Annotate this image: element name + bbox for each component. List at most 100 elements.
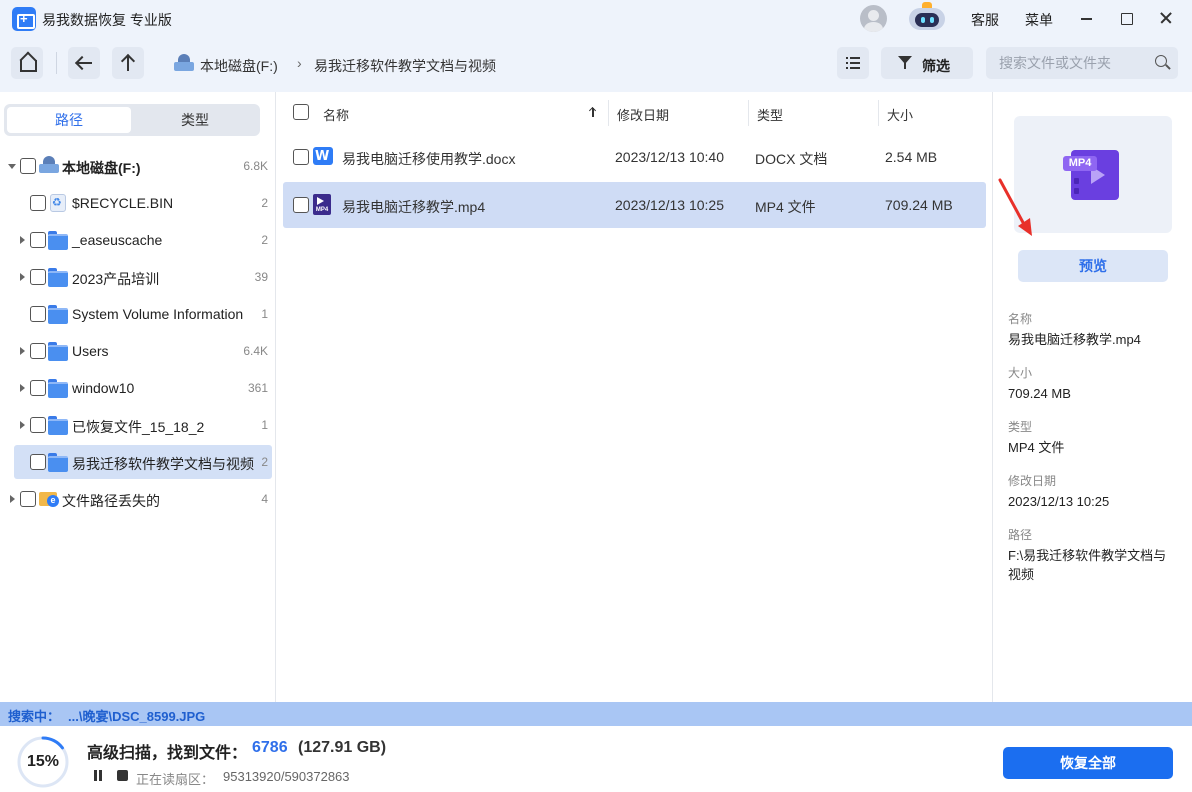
breadcrumb-drive[interactable]: 本地磁盘(F:) (200, 56, 278, 76)
detail-key: 名称 (1008, 312, 1033, 326)
sidebar-item-label: window10 (72, 380, 135, 396)
sidebar-item-label: 文件路径丢失的 (62, 493, 160, 509)
sidebar-item-system-volume[interactable]: System Volume Information 1 (0, 297, 276, 331)
preview-button[interactable]: 预览 (1018, 250, 1168, 282)
column-divider[interactable] (748, 100, 749, 126)
pause-icon[interactable] (93, 770, 103, 781)
folder-icon (48, 231, 68, 250)
close-icon[interactable] (1156, 8, 1176, 28)
folder-icon (48, 416, 68, 435)
table-row[interactable]: 易我电脑迁移教学.mp4 2023/12/13 10:25 MP4 文件 709… (283, 182, 986, 228)
toolbar-divider (56, 52, 57, 74)
column-divider[interactable] (608, 100, 609, 126)
found-file-size: (127.91 GB) (298, 739, 387, 756)
file-size: 2.54 MB (885, 149, 938, 165)
progress-percent: 15% (26, 753, 60, 770)
column-header-type[interactable]: 类型 (757, 105, 783, 124)
column-header-date[interactable]: 修改日期 (617, 105, 669, 124)
caret-right-icon[interactable] (20, 421, 25, 429)
caret-down-icon[interactable] (8, 164, 16, 169)
checkbox[interactable] (20, 491, 36, 507)
column-header-name[interactable]: 名称 (323, 105, 349, 124)
scan-title: 高级扫描，找到文件： (87, 745, 248, 762)
maximize-icon[interactable] (1116, 8, 1136, 28)
sidebar-item-migration-folder[interactable]: 易我迁移软件教学文档与视频 2 (14, 445, 272, 479)
sidebar-item-label: System Volume Information (72, 306, 244, 322)
sector-value: 95313920/590372863 (223, 769, 350, 784)
column-header-size[interactable]: 大小 (887, 105, 913, 124)
breadcrumb-folder[interactable]: 易我迁移软件教学文档与视频 (314, 56, 496, 76)
searching-label: 搜索中： (8, 709, 61, 724)
annotation-arrow-icon (998, 178, 1032, 236)
sidebar-item-label: 已恢复文件_15_18_2 (72, 419, 205, 435)
sidebar-item-count: 1 (261, 418, 268, 432)
mp4-thumbnail-icon: MP4 (1063, 148, 1120, 202)
search-input[interactable] (986, 47, 1178, 79)
table-row[interactable]: 易我电脑迁移使用教学.docx 2023/12/13 10:40 DOCX 文档… (283, 134, 986, 180)
sort-ascending-icon[interactable] (589, 106, 597, 118)
checkbox[interactable] (30, 195, 46, 211)
recover-all-button[interactable]: 恢复全部 (1003, 747, 1173, 779)
checkbox[interactable] (30, 232, 46, 248)
checkbox[interactable] (30, 306, 46, 322)
caret-right-icon[interactable] (20, 384, 25, 392)
app-title: 易我数据恢复 专业版 (42, 12, 172, 28)
sidebar-item-easeuscache[interactable]: _easeuscache 2 (0, 223, 276, 257)
column-divider[interactable] (878, 100, 879, 126)
folder-icon (48, 268, 68, 287)
file-type: DOCX 文档 (755, 151, 828, 167)
checkbox[interactable] (30, 343, 46, 359)
sidebar-item-count: 1 (261, 307, 268, 321)
sidebar-item-training[interactable]: 2023产品培训 39 (0, 260, 276, 294)
caret-right-icon[interactable] (20, 236, 25, 244)
detail-key: 路径 (1008, 528, 1033, 542)
caret-right-icon[interactable] (20, 347, 25, 355)
filter-label: 筛选 (922, 58, 950, 74)
detail-value: 709.24 MB (1008, 386, 1071, 401)
file-type: MP4 文件 (755, 199, 816, 215)
sidebar-item-count: 2 (261, 196, 268, 210)
assistant-robot-icon[interactable] (905, 2, 949, 32)
search-icon[interactable] (1155, 55, 1167, 67)
minimize-icon[interactable] (1076, 8, 1096, 28)
checkbox[interactable] (20, 158, 36, 174)
checkbox[interactable] (30, 380, 46, 396)
tab-type[interactable]: 类型 (133, 107, 257, 133)
stop-icon[interactable] (117, 770, 128, 781)
video-file-icon (313, 194, 331, 215)
sidebar-item-count: 6.4K (243, 344, 268, 358)
up-arrow-icon[interactable] (112, 47, 144, 79)
lost-files-icon (39, 490, 59, 507)
checkbox[interactable] (30, 269, 46, 285)
sidebar-item-recycle[interactable]: $RECYCLE.BIN 2 (0, 186, 276, 220)
select-all-checkbox[interactable] (293, 104, 309, 120)
sidebar-item-count: 2 (261, 455, 268, 469)
sector-label: 正在读扇区： (136, 772, 215, 787)
caret-right-icon[interactable] (20, 273, 25, 281)
checkbox[interactable] (30, 417, 46, 433)
menu-button[interactable]: 菜单 (1025, 10, 1053, 30)
sidebar-item-window10[interactable]: window10 361 (0, 371, 276, 405)
detail-key: 修改日期 (1008, 474, 1057, 488)
detail-key: 类型 (1008, 420, 1033, 434)
drive-icon (174, 54, 194, 72)
caret-right-icon[interactable] (10, 495, 15, 503)
checkbox[interactable] (30, 454, 46, 470)
home-icon[interactable] (11, 47, 43, 79)
checkbox[interactable] (293, 197, 309, 213)
sidebar-item-recovered[interactable]: 已恢复文件_15_18_2 1 (0, 408, 276, 442)
back-arrow-icon[interactable] (68, 47, 100, 79)
support-button[interactable]: 客服 (971, 10, 999, 30)
sidebar-item-count: 39 (254, 270, 268, 284)
file-name: 易我电脑迁移教学.mp4 (342, 199, 486, 215)
sidebar-item-lost-path[interactable]: 文件路径丢失的 4 (0, 482, 276, 516)
sidebar-item-users[interactable]: Users 6.4K (0, 334, 276, 368)
filter-icon (898, 56, 912, 69)
sidebar-item-label: $RECYCLE.BIN (72, 195, 174, 211)
sidebar-item-drive[interactable]: 本地磁盘(F:) 6.8K (0, 149, 276, 183)
file-size: 709.24 MB (885, 197, 953, 213)
user-avatar-icon[interactable] (860, 5, 887, 32)
checkbox[interactable] (293, 149, 309, 165)
tab-path[interactable]: 路径 (7, 107, 131, 133)
sidebar-item-label: Users (72, 343, 109, 359)
